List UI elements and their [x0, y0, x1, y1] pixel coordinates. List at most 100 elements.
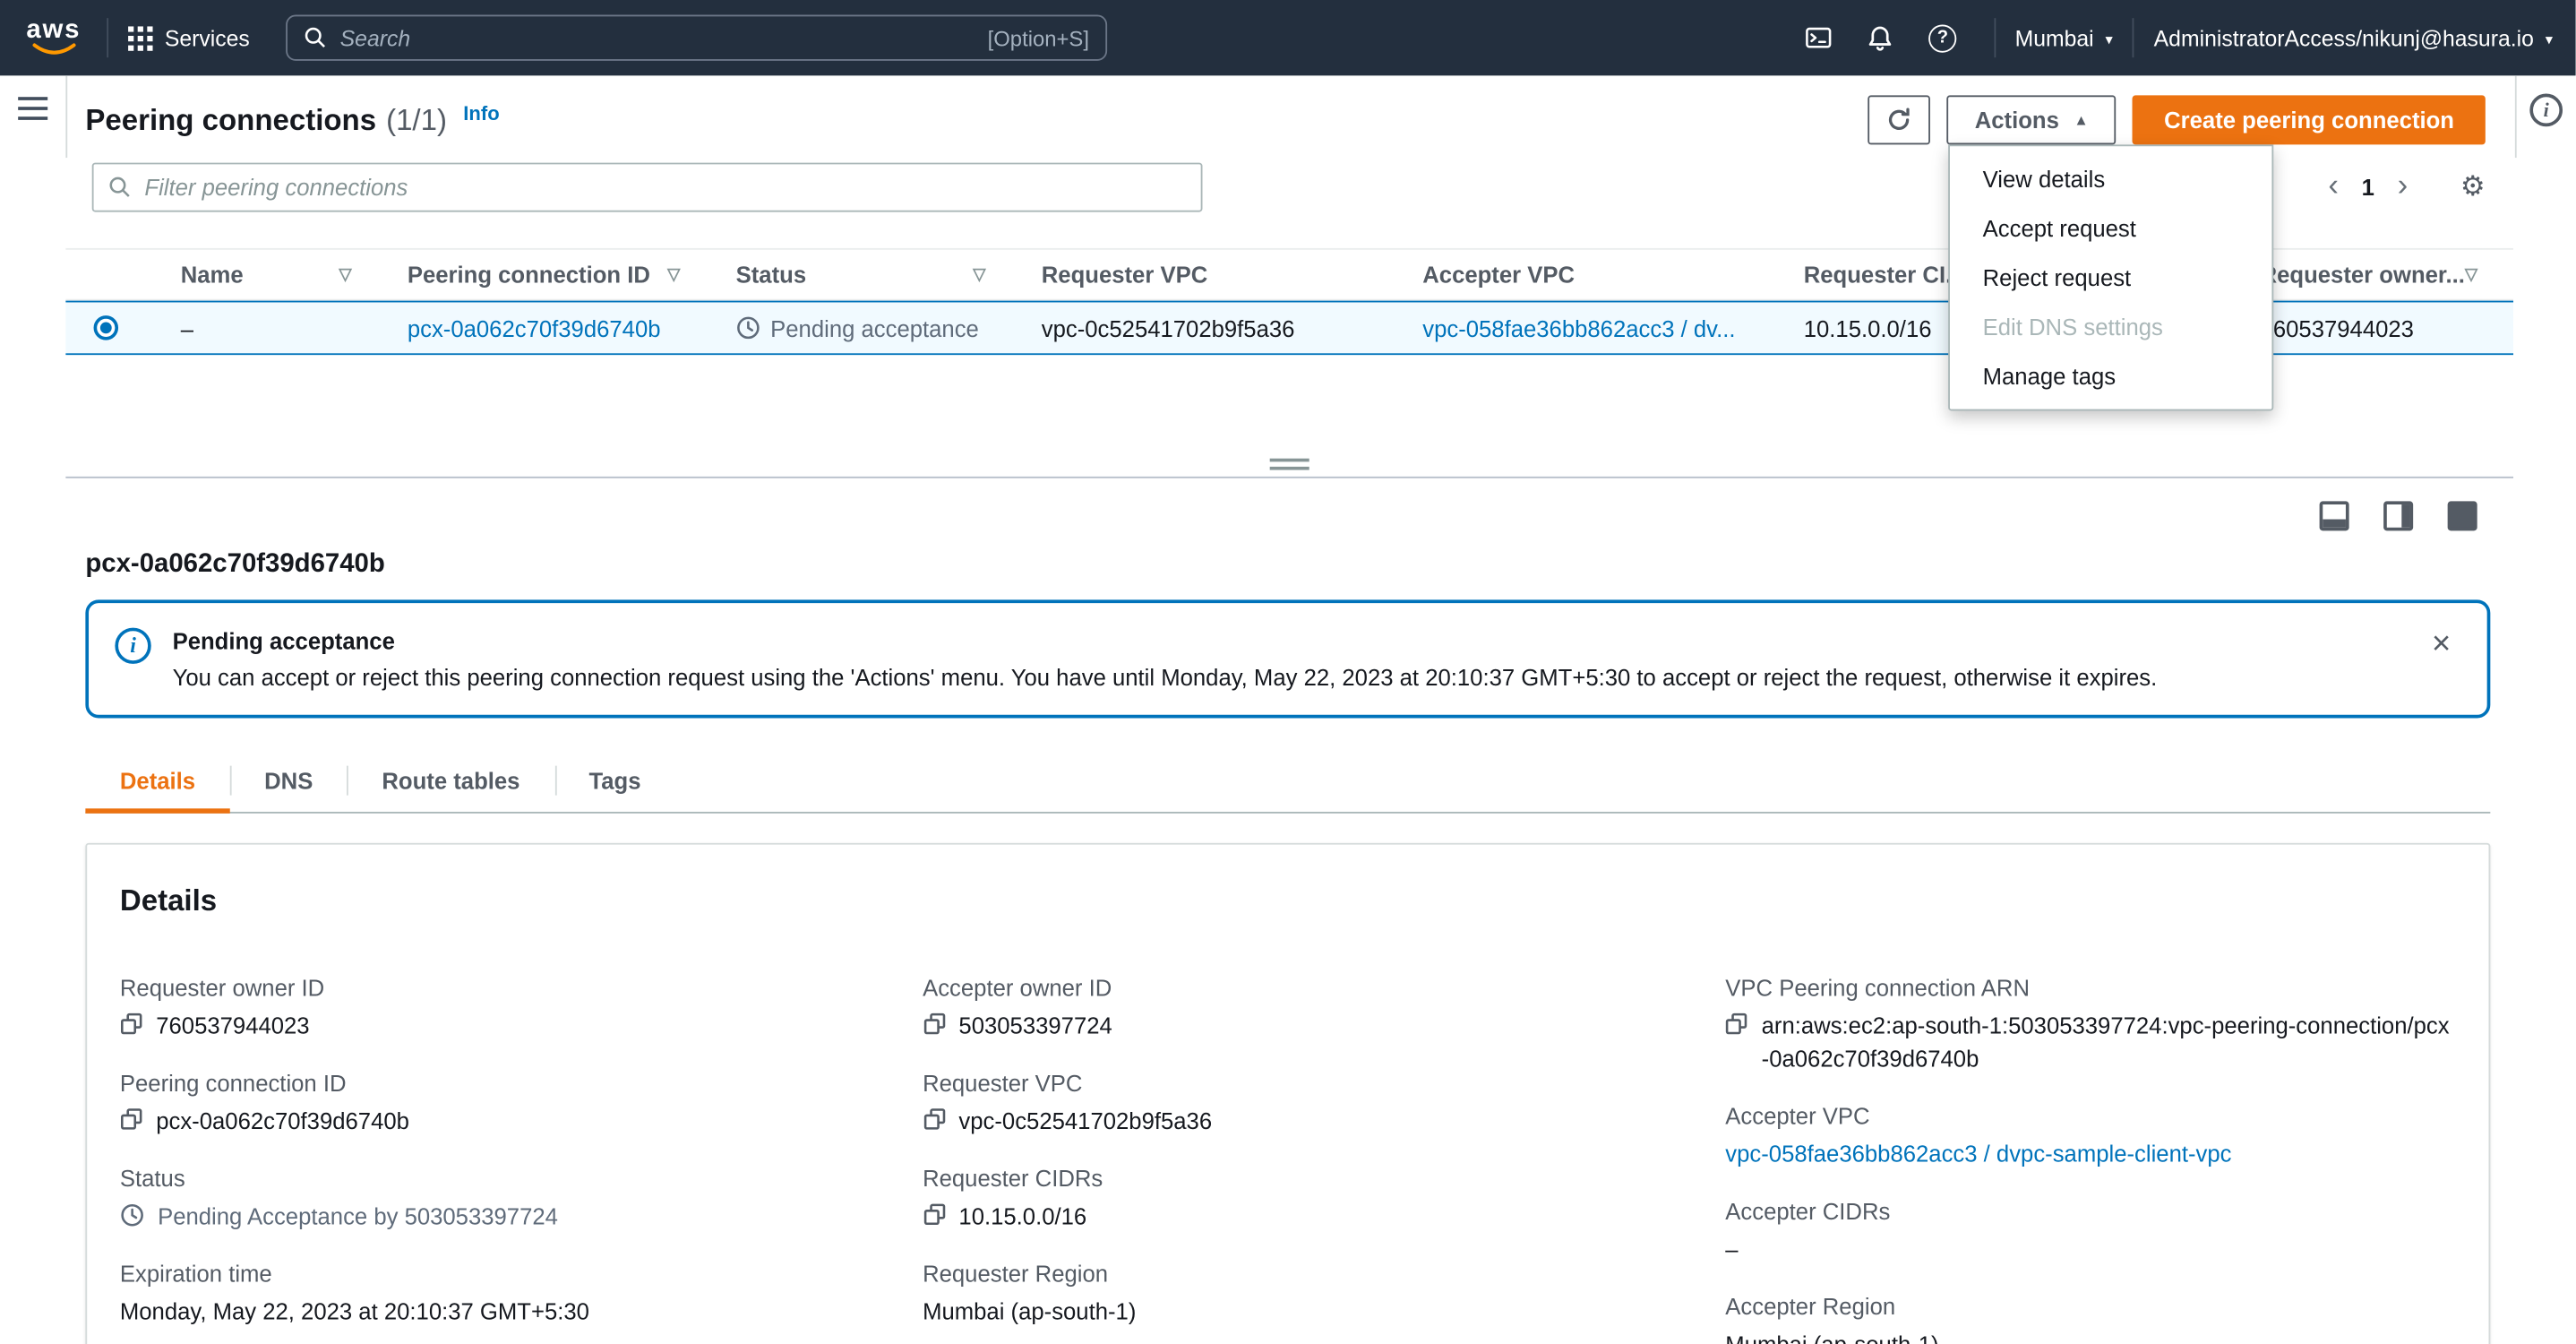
sort-icon: ▽	[973, 265, 986, 284]
menu-item-edit-dns-settings: Edit DNS settings	[1950, 302, 2271, 351]
actions-button[interactable]: Actions ▲	[1946, 95, 2117, 145]
menu-item-manage-tags[interactable]: Manage tags	[1950, 351, 2271, 401]
detail-panel: pcx-0a062c70f39d6740b i Pending acceptan…	[65, 476, 2514, 1344]
detail-panel-title: pcx-0a062c70f39d6740b	[85, 550, 385, 579]
tab-tags[interactable]: Tags	[554, 747, 675, 812]
column-header-accepter-vpc[interactable]: Accepter VPC	[1406, 250, 1787, 299]
row-radio-selected[interactable]	[93, 315, 119, 340]
top-navigation: aws Services [Option+S]	[0, 0, 2576, 76]
sort-icon: ▽	[2464, 265, 2478, 284]
panel-position-bottom-icon[interactable]	[2319, 501, 2349, 531]
bell-icon	[1868, 25, 1892, 50]
peering-id-link[interactable]: pcx-0a062c70f39d6740b	[408, 314, 661, 340]
cell-requester-owner: 760537944023	[2260, 314, 2414, 341]
column-header-requester-vpc[interactable]: Requester VPC	[1025, 250, 1405, 299]
details-card-title: Details	[119, 883, 218, 918]
chevron-down-icon: ▾	[2105, 30, 2113, 47]
cloudshell-terminal-icon	[1805, 27, 1831, 48]
field-requester-vpc: Requester VPC vpc-0c52541702b9f5a36	[923, 1069, 1213, 1134]
pagination-prev-button[interactable]: ‹	[2318, 169, 2348, 205]
split-panel-position-controls	[65, 501, 2477, 531]
panel-position-full-icon[interactable]	[2447, 501, 2477, 531]
row-select-cell	[65, 302, 164, 353]
alert-close-icon[interactable]: ×	[2422, 625, 2460, 664]
split-panel-drag-handle[interactable]	[1269, 457, 1309, 470]
filter-input[interactable]	[144, 174, 1187, 201]
details-column-2: Accepter owner ID 503053397724 Requester…	[923, 971, 1653, 1344]
chevron-down-icon: ▾	[2545, 30, 2554, 47]
search-icon	[109, 177, 130, 197]
account-menu[interactable]: AdministratorAccess/nikunj@hasura.io ▾	[2154, 25, 2553, 50]
info-link[interactable]: Info	[463, 102, 499, 125]
accepter-vpc-link[interactable]: vpc-058fae36bb862acc3 / dvpc-sample-clie…	[1725, 1137, 2231, 1170]
refresh-icon	[1889, 108, 1910, 130]
tab-details[interactable]: Details	[85, 747, 230, 814]
column-header-name[interactable]: Name ▽	[164, 250, 391, 299]
services-grid-icon	[128, 25, 154, 50]
copy-icon[interactable]	[120, 1107, 143, 1131]
refresh-button[interactable]	[1868, 95, 1931, 145]
copy-icon[interactable]	[1725, 1012, 1748, 1036]
tab-dns[interactable]: DNS	[229, 747, 348, 812]
filter-box[interactable]	[91, 162, 1203, 212]
copy-icon[interactable]	[923, 1012, 946, 1036]
column-header-requester-owner[interactable]: Requester owner... ▽	[2244, 250, 2513, 299]
cell-peering-id: pcx-0a062c70f39d6740b	[391, 302, 719, 353]
accepter-vpc-link[interactable]: vpc-058fae36bb862acc3 / dv...	[1422, 314, 1735, 340]
tab-route-tables[interactable]: Route tables	[347, 747, 554, 812]
page-header-row: Peering connections (1/1) Info Actions ▲…	[85, 95, 2486, 145]
region-selector[interactable]: Mumbai ▾	[2015, 25, 2113, 50]
clock-icon	[737, 316, 760, 340]
column-header-peering-id[interactable]: Peering connection ID ▽	[391, 250, 719, 299]
aws-logo[interactable]: aws	[26, 16, 81, 56]
details-field-grid: Requester owner ID 760537944023 Peering …	[120, 971, 2456, 1344]
page-title: Peering connections	[85, 102, 377, 136]
copy-icon[interactable]	[120, 1012, 143, 1036]
table-preferences-gear-icon[interactable]: ⚙	[2460, 171, 2486, 204]
help-question-icon: ?	[1928, 23, 1957, 52]
cell-status: Pending acceptance	[719, 302, 1025, 353]
menu-item-reject-request[interactable]: Reject request	[1950, 253, 2271, 302]
sort-icon: ▽	[667, 265, 681, 284]
nav-divider	[1993, 18, 1996, 58]
aws-smile-icon	[31, 42, 75, 54]
global-search[interactable]: [Option+S]	[286, 14, 1108, 61]
cloudshell-button[interactable]	[1787, 0, 1850, 75]
cell-accepter-vpc: vpc-058fae36bb862acc3 / dv...	[1406, 302, 1787, 353]
menu-item-accept-request[interactable]: Accept request	[1950, 203, 2271, 253]
pagination-next-button[interactable]: ›	[2388, 169, 2418, 205]
page-count: (1/1)	[386, 102, 447, 136]
field-requester-owner-id: Requester owner ID 760537944023	[119, 974, 325, 1039]
help-button[interactable]: ?	[1911, 0, 1974, 75]
field-requester-region: Requester Region Mumbai (ap-south-1)	[923, 1260, 1137, 1325]
info-panel-toggle[interactable]: i	[2529, 93, 2563, 127]
pagination-page-1[interactable]: 1	[2348, 174, 2388, 200]
pagination: ‹ 1 › ⚙	[2318, 169, 2486, 205]
copy-icon[interactable]	[923, 1107, 946, 1131]
details-card: Details Requester owner ID 760537944023	[85, 842, 2491, 1344]
select-column-header	[65, 250, 164, 299]
create-button-label: Create peering connection	[2164, 107, 2454, 134]
search-input[interactable]	[339, 25, 975, 50]
field-accepter-owner-id: Accepter owner ID 503053397724	[923, 974, 1112, 1039]
menu-item-view-details[interactable]: View details	[1950, 154, 2271, 203]
nav-divider	[107, 18, 109, 58]
sidebar-toggle-hamburger-icon[interactable]	[18, 97, 48, 126]
status-text: Pending acceptance	[770, 314, 979, 341]
field-vpc-peering-arn: VPC Peering connection ARN arn:aws:ec2:a…	[1725, 974, 2450, 1072]
services-menu-button[interactable]: Services	[128, 25, 250, 50]
column-header-status[interactable]: Status ▽	[719, 250, 1025, 299]
notifications-button[interactable]	[1849, 0, 1911, 75]
region-label: Mumbai	[2014, 25, 2094, 50]
field-peering-connection-id: Peering connection ID pcx-0a062c70f39d67…	[119, 1069, 409, 1134]
search-icon	[305, 27, 326, 48]
alert-content: Pending acceptance You can accept or rej…	[173, 625, 2158, 694]
copy-icon[interactable]	[923, 1202, 946, 1226]
panel-position-side-icon[interactable]	[2383, 501, 2414, 531]
details-column-1: Requester owner ID 760537944023 Peering …	[120, 971, 850, 1344]
cell-requester-vpc: vpc-0c52541702b9f5a36	[1041, 314, 1295, 341]
field-requester-cidrs: Requester CIDRs 10.15.0.0/16	[923, 1165, 1103, 1229]
field-accepter-region: Accepter Region Mumbai (ap-south-1)	[1725, 1293, 1938, 1344]
create-peering-connection-button[interactable]: Create peering connection	[2133, 95, 2486, 145]
cell-name: –	[180, 314, 194, 341]
